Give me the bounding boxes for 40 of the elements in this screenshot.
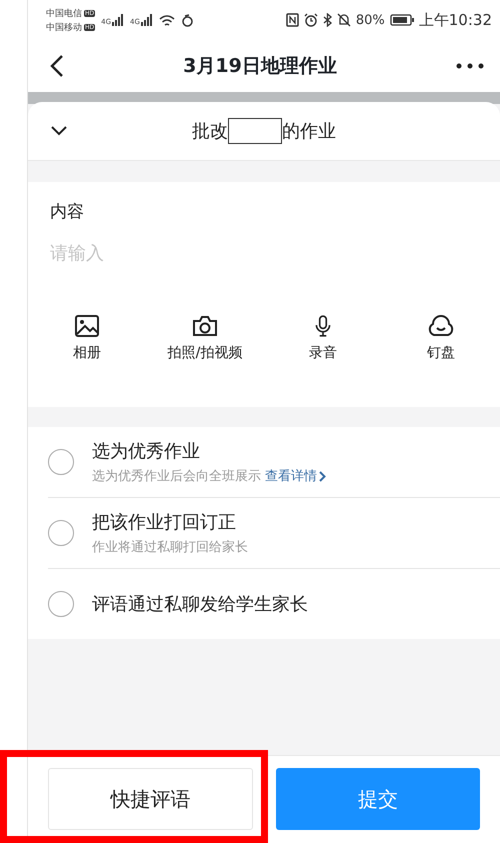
attachment-button[interactable]: 拍照/拍视频 [146,314,264,362]
radio-button[interactable] [48,449,74,475]
back-icon[interactable] [50,54,64,78]
attachment-button[interactable]: 钉盘 [382,314,500,362]
clock-time: 上午10:32 [418,10,492,30]
carrier-name: 中国电信 [46,8,82,20]
bluetooth-icon [322,13,332,27]
cloud-icon [426,314,456,338]
signal-icon [112,14,124,26]
option-title: 选为优秀作业 [92,440,201,463]
mute-icon [336,13,351,27]
sheet-title: 的作业 [282,120,336,143]
chevron-icon [319,470,326,482]
wifi-icon [158,14,175,26]
attachment-button[interactable]: 相册 [28,314,146,362]
chevron-icon[interactable] [50,124,68,136]
nfc-icon [286,13,299,27]
battery-icon [390,14,414,26]
image-icon [74,314,100,338]
option-hint: 作业将通过私聊打回给家长 [92,539,248,556]
signal-icon [140,14,153,26]
battery-percent: 80% [356,12,385,28]
radio-button[interactable] [48,520,74,546]
quick-comment-button[interactable]: 快捷评语 [48,768,252,830]
details-link[interactable]: 查看详情 [265,467,326,485]
radio-button[interactable] [48,591,74,617]
alarm-icon [304,13,318,27]
camera-icon [191,314,219,338]
sheet-title: 批改 [192,120,228,143]
option-hint: 选为优秀作业后会向全班展示 [92,468,261,485]
microphone-icon [314,314,332,338]
carrier-name: 中国移动 [46,22,82,34]
sync-icon [180,14,194,26]
more-icon[interactable] [456,63,484,69]
redaction-box [228,118,282,144]
option-title: 评语通过私聊发给学生家长 [92,593,308,616]
option-title: 把该作业打回订正 [92,511,237,534]
page-title: 3月19日地理作业 [183,54,337,79]
attachment-button[interactable]: 录音 [264,314,382,362]
content-label: 内容 [50,201,85,223]
